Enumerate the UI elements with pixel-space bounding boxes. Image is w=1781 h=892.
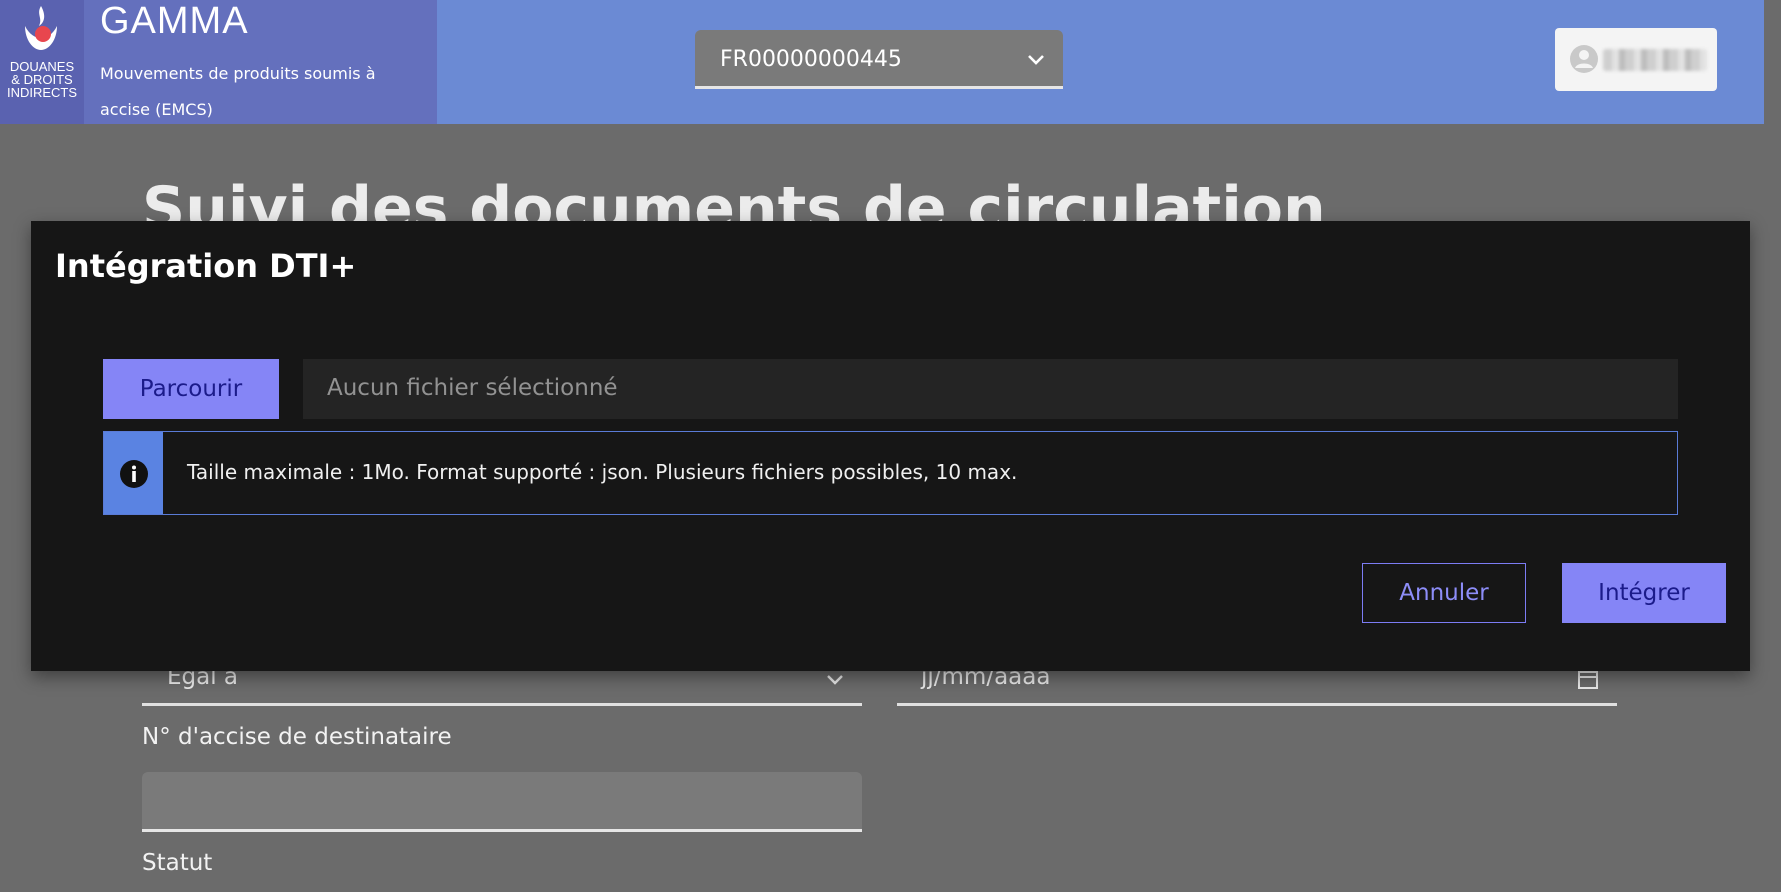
calendar-icon — [1578, 671, 1598, 689]
user-account-button[interactable] — [1555, 28, 1717, 91]
info-text: Taille maximale : 1Mo. Format supporté :… — [187, 460, 1018, 484]
file-name-placeholder: Aucun fichier sélectionné — [327, 375, 618, 401]
integrate-button[interactable]: Intégrer — [1562, 563, 1726, 623]
user-name-redacted — [1603, 49, 1707, 71]
browse-button[interactable]: Parcourir — [103, 359, 279, 419]
douane-logo[interactable]: DOUANES & DROITS INDIRECTS — [0, 0, 84, 124]
app-subtitle: Mouvements de produits soumis à accise (… — [100, 64, 376, 119]
cancel-button[interactable]: Annuler — [1362, 563, 1526, 623]
file-name-field[interactable]: Aucun fichier sélectionné — [303, 359, 1678, 419]
app-header: DOUANES & DROITS INDIRECTS GAMMA Mouveme… — [0, 0, 1764, 124]
operator-select[interactable]: FR00000000445 — [695, 30, 1063, 89]
operator-select-value: FR00000000445 — [720, 47, 902, 72]
info-icon — [120, 460, 148, 488]
app-name[interactable]: GAMMA — [100, 0, 249, 43]
recipient-excise-input[interactable] — [142, 772, 862, 832]
logo-text: DOUANES & DROITS INDIRECTS — [3, 60, 81, 99]
modal-title: Intégration DTI+ — [55, 247, 357, 285]
info-banner: Taille maximale : 1Mo. Format supporté :… — [103, 431, 1678, 515]
user-circle-icon — [1570, 45, 1598, 73]
logo-line: INDIRECTS — [6, 85, 78, 100]
dti-integration-modal: Intégration DTI+ Parcourir Aucun fichier… — [31, 221, 1750, 671]
recipient-excise-label: N° d'accise de destinataire — [142, 724, 452, 750]
chevron-down-icon — [1028, 55, 1044, 65]
chevron-down-icon — [827, 675, 843, 685]
status-label: Statut — [142, 850, 213, 876]
info-banner-strip — [104, 432, 163, 514]
marianne-flame-icon — [25, 6, 57, 50]
brand-block: DOUANES & DROITS INDIRECTS GAMMA Mouveme… — [0, 0, 437, 124]
